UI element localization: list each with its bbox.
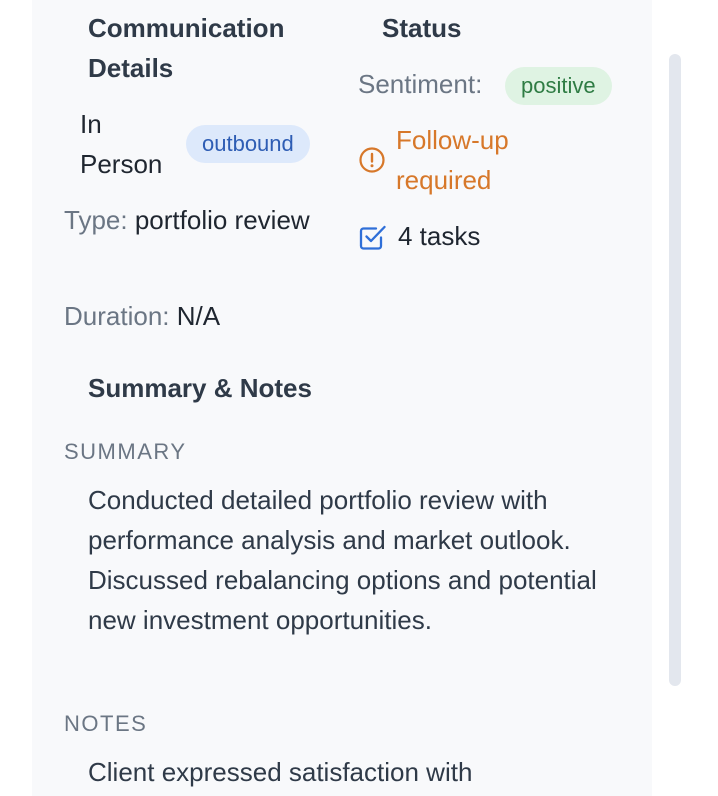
duration-value: N/A — [176, 301, 221, 331]
communication-details-heading: Communication Details — [88, 13, 285, 83]
communication-detail-panel: Communication Details In Person outbound… — [32, 0, 652, 796]
sentiment-field: Sentiment: — [358, 64, 518, 104]
direction-badge: outbound — [186, 125, 310, 163]
followup-text: Follow-up required — [396, 125, 509, 195]
type-label: Type: — [64, 205, 128, 235]
channel-value: In Person — [80, 109, 163, 179]
vertical-scrollbar[interactable] — [669, 54, 681, 686]
checkbox-icon — [359, 225, 386, 250]
summary-notes-heading: Summary & Notes — [88, 373, 312, 403]
duration-label: Duration: — [64, 301, 170, 331]
type-field: Type: portfolio review — [64, 200, 314, 240]
alert-circle-icon — [359, 147, 385, 173]
duration-field: Duration: N/A — [64, 296, 364, 336]
summary-text: Conducted detailed portfolio review with… — [88, 485, 597, 635]
type-value: portfolio review — [134, 205, 310, 235]
tasks-count: 4 tasks — [398, 221, 481, 251]
notes-text: Client expressed satisfaction with — [88, 757, 473, 787]
notes-label: NOTES — [64, 711, 148, 736]
status-heading: Status — [382, 13, 462, 43]
summary-label: SUMMARY — [64, 439, 187, 464]
sentiment-label: Sentiment: — [358, 69, 483, 99]
sentiment-badge: positive — [505, 67, 612, 105]
